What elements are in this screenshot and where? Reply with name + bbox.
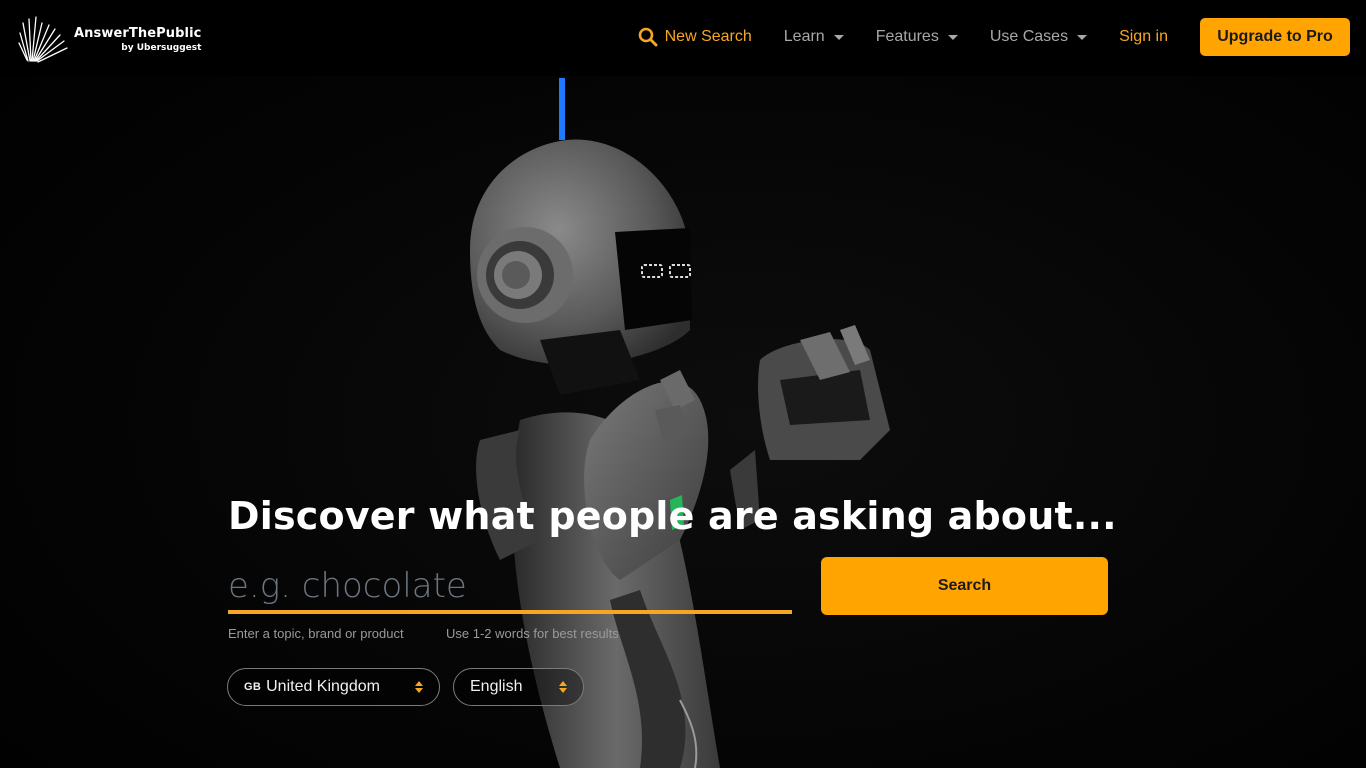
robot-arm [584,381,709,580]
flag-gb-icon: GB [244,681,262,693]
brand-name: AnswerThePublic [74,25,202,41]
select-updown-icon [415,681,423,695]
search-field [228,562,792,614]
nav-learn-label: Learn [783,28,825,45]
country-select[interactable]: GB United Kingdom [227,668,440,706]
country-select-value: United Kingdom [266,678,380,695]
brand-byline: by Ubersuggest [121,42,202,53]
brand-logo[interactable]: AnswerThePublic by Ubersuggest [14,11,201,67]
search-hint-topic: Enter a topic, brand or product [228,626,404,641]
search-button[interactable]: Search [821,557,1108,615]
nav-features-label: Features [875,28,939,45]
hero-background-robot [0,0,1366,768]
caret-down-icon [947,35,958,40]
caret-down-icon [833,35,844,40]
main-nav: New Search Learn Features Use Cases Sign… [606,18,1350,56]
search-icon [638,27,658,47]
language-select[interactable]: English [453,668,584,706]
nav-use-cases[interactable]: Use Cases [989,28,1088,46]
nav-use-cases-label: Use Cases [989,28,1069,45]
caret-down-icon [1077,35,1088,40]
nav-sign-in[interactable]: Sign in [1119,28,1168,46]
logo-burst-icon [18,16,68,63]
search-hint-words: Use 1-2 words for best results [446,626,619,641]
select-updown-icon [559,681,567,695]
robot-antenna [559,78,565,140]
upgrade-to-pro-button[interactable]: Upgrade to Pro [1200,18,1350,56]
nav-new-search[interactable]: New Search [638,27,752,47]
nav-learn[interactable]: Learn [784,28,844,46]
robot-illustration [470,78,890,768]
site-header: AnswerThePublic by Ubersuggest New Searc… [0,0,1366,76]
robot-visor [615,228,692,330]
hero-title: Discover what people are asking about... [228,494,1117,538]
nav-new-search-label: New Search [664,28,752,45]
language-select-value: English [470,678,523,695]
search-input[interactable] [228,562,792,610]
nav-features[interactable]: Features [876,28,958,46]
